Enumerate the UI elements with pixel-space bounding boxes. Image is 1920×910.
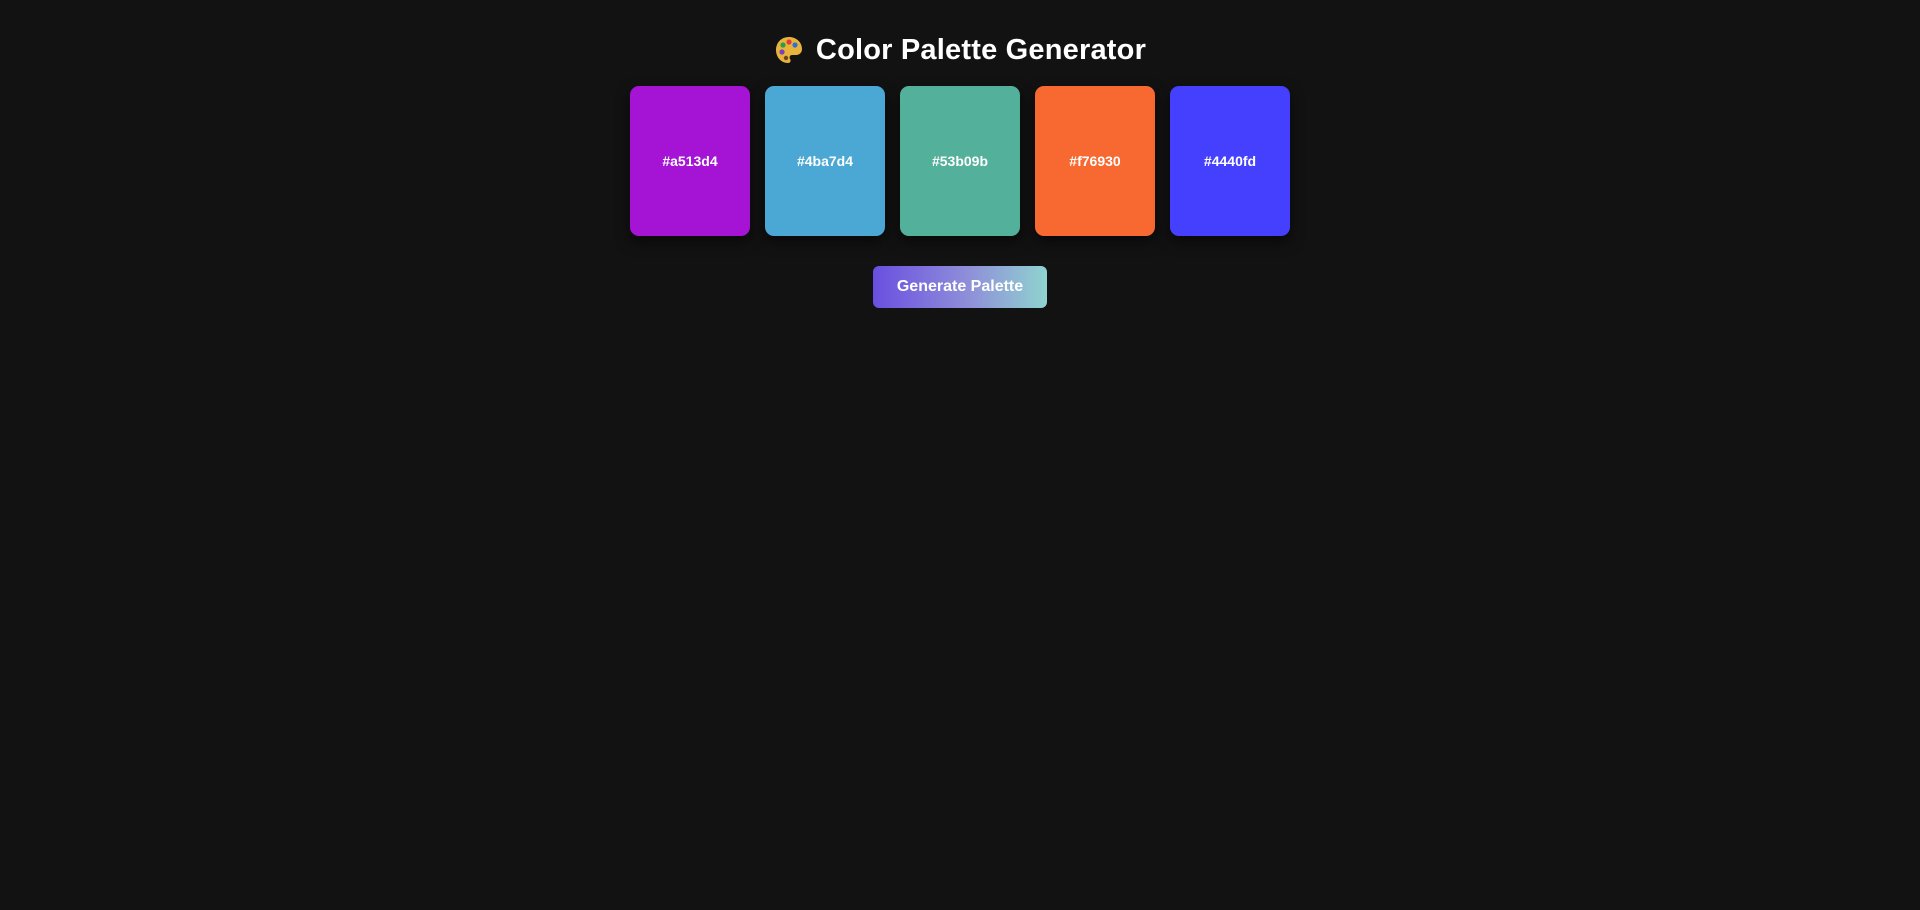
page-title-text: Color Palette Generator [815,33,1147,66]
header: Color Palette Generator [0,30,1920,70]
palette-swatches: #a513d4 #4ba7d4 #53b09b #f76930 #4440fd [630,86,1290,236]
app-root: Color Palette Generator #a513d4 #4ba7d4 … [0,0,1920,910]
swatch-hex-label: #a513d4 [662,153,718,169]
swatch-hex-label: #53b09b [931,153,989,169]
generate-palette-button[interactable]: Generate Palette [873,266,1047,308]
page-title: Color Palette Generator [774,34,1146,67]
color-swatch[interactable]: #4ba7d4 [765,86,885,236]
swatch-hex-label: #4440fd [1203,153,1257,169]
color-swatch[interactable]: #53b09b [900,86,1020,236]
color-swatch[interactable]: #f76930 [1035,86,1155,236]
swatch-hex-label: #4ba7d4 [796,153,854,169]
color-swatch[interactable]: #4440fd [1170,86,1290,236]
color-swatch[interactable]: #a513d4 [630,86,750,236]
palette-icon [774,35,804,65]
swatch-hex-label: #f76930 [1069,153,1121,169]
